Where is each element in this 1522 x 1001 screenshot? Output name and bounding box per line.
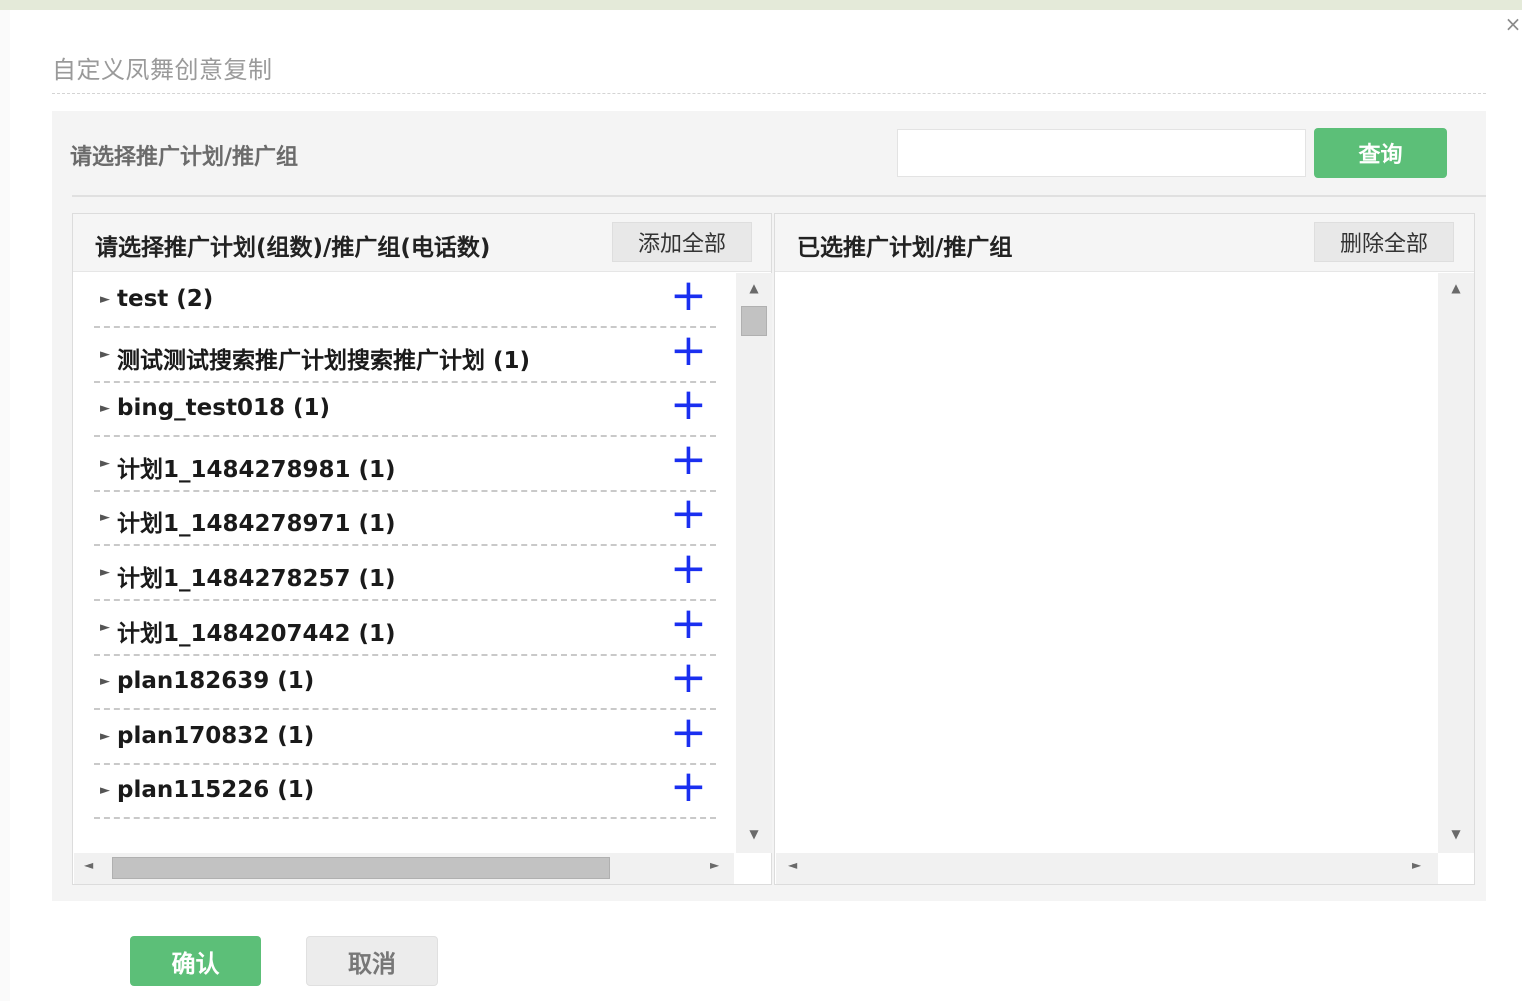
selected-list-vscrollbar[interactable]: ▲ ▼ <box>1438 273 1474 853</box>
selected-list-hscrollbar[interactable]: ◄ ► <box>776 853 1438 884</box>
list-item-label: test (2) <box>117 286 214 312</box>
cancel-button[interactable]: 取消 <box>306 936 438 986</box>
expand-arrow-icon[interactable]: ► <box>100 292 110 307</box>
add-icon[interactable]: + <box>670 710 707 754</box>
selected-list <box>776 273 1438 853</box>
list-item[interactable]: ► plan182639 (1) + <box>94 655 716 711</box>
delete-all-button[interactable]: 删除全部 <box>1314 222 1454 262</box>
expand-arrow-icon[interactable]: ► <box>100 729 110 744</box>
list-item[interactable]: ► bing_test018 (1) + <box>94 382 716 438</box>
list-item-label: plan115226 (1) <box>117 777 315 804</box>
available-list-hscrollbar[interactable]: ◄ ► <box>74 853 734 884</box>
search-button[interactable]: 查询 <box>1314 128 1447 178</box>
scroll-down-icon[interactable]: ▼ <box>736 827 772 841</box>
list-item-label: plan170832 (1) <box>117 722 315 749</box>
title-divider <box>52 93 1486 94</box>
list-item[interactable]: ► 计划1_1484278981 (1) + <box>94 437 716 492</box>
hscroll-thumb[interactable] <box>112 857 610 879</box>
list-item-label: 计划1_1484278257 (1) <box>117 566 396 592</box>
scroll-up-icon[interactable]: ▲ <box>736 281 772 295</box>
list-item-label: 计划1_1484278981 (1) <box>117 456 396 483</box>
list-item-label: 计划1_1484207442 (1) <box>117 620 396 647</box>
scroll-left-icon[interactable]: ◄ <box>788 858 797 872</box>
expand-arrow-icon[interactable]: ► <box>100 456 110 471</box>
available-list-box: 请选择推广计划(组数)/推广组(电话数) 添加全部 ► test (2) + ► 测试测… <box>72 213 772 885</box>
available-list-header: 请选择推广计划(组数)/推广组(电话数) 添加全部 <box>73 214 771 272</box>
search-label: 请选择推广计划/推广组 <box>70 145 299 170</box>
list-item[interactable]: ► 计划1_1484207442 (1) + <box>94 601 716 656</box>
left-strip <box>0 10 10 1001</box>
add-icon[interactable]: + <box>670 274 707 318</box>
list-item-label: bing_test018 (1) <box>117 395 331 422</box>
list-item[interactable]: ► 测试测试搜索推广计划搜索推广计划 (1) + <box>94 328 716 383</box>
available-list: ► test (2) + ► 测试测试搜索推广计划搜索推广计划 (1) + ► bing_te… <box>74 273 734 853</box>
add-icon[interactable]: + <box>670 437 707 481</box>
scroll-right-icon[interactable]: ► <box>710 858 719 872</box>
selected-list-title: 已选推广计划/推广组 <box>797 235 1013 261</box>
expand-arrow-icon[interactable]: ► <box>100 674 110 689</box>
dialog-title: 自定义凤舞创意复制 <box>52 56 273 84</box>
add-icon[interactable]: + <box>670 765 707 809</box>
expand-arrow-icon[interactable]: ► <box>100 620 110 635</box>
list-item[interactable]: ► plan115226 (1) + <box>94 764 716 820</box>
top-band <box>0 0 1522 10</box>
selected-list-header: 已选推广计划/推广组 删除全部 <box>775 214 1474 272</box>
add-icon[interactable]: + <box>670 601 707 645</box>
available-list-vscrollbar[interactable]: ▲ ▼ <box>736 273 772 853</box>
search-input[interactable] <box>897 129 1306 177</box>
expand-arrow-icon[interactable]: ► <box>100 510 110 525</box>
add-icon[interactable]: + <box>670 492 707 536</box>
list-item[interactable]: ► test (2) + <box>94 273 716 328</box>
section-divider <box>72 195 1486 197</box>
vscroll-thumb[interactable] <box>741 306 767 336</box>
add-icon[interactable]: + <box>670 547 707 591</box>
add-icon[interactable]: + <box>670 656 707 700</box>
expand-arrow-icon[interactable]: ► <box>100 565 110 580</box>
add-icon[interactable]: + <box>670 383 707 427</box>
add-all-button[interactable]: 添加全部 <box>612 222 752 262</box>
scroll-down-icon[interactable]: ▼ <box>1438 827 1474 841</box>
list-item-label: 测试测试搜索推广计划搜索推广计划 (1) <box>117 347 531 374</box>
selected-list-box: 已选推广计划/推广组 删除全部 ▲ ▼ ◄ ► <box>774 213 1475 885</box>
expand-arrow-icon[interactable]: ► <box>100 783 110 798</box>
list-item[interactable]: ► 计划1_1484278257 (1) + <box>94 546 716 601</box>
expand-arrow-icon[interactable]: ► <box>100 347 110 362</box>
list-item[interactable]: ► plan170832 (1) + <box>94 710 716 765</box>
scroll-left-icon[interactable]: ◄ <box>84 858 93 872</box>
list-item-label: plan182639 (1) <box>117 668 315 695</box>
list-item-label: 计划1_1484278971 (1) <box>117 511 396 538</box>
list-item[interactable]: ► 计划1_1484278971 (1) + <box>94 491 716 547</box>
close-icon[interactable]: × <box>1504 12 1522 36</box>
add-icon[interactable]: + <box>670 328 707 372</box>
confirm-button[interactable]: 确认 <box>130 936 261 986</box>
expand-arrow-icon[interactable]: ► <box>100 401 110 416</box>
scroll-up-icon[interactable]: ▲ <box>1438 281 1474 295</box>
scroll-right-icon[interactable]: ► <box>1412 858 1421 872</box>
available-list-title: 请选择推广计划(组数)/推广组(电话数) <box>95 235 491 261</box>
